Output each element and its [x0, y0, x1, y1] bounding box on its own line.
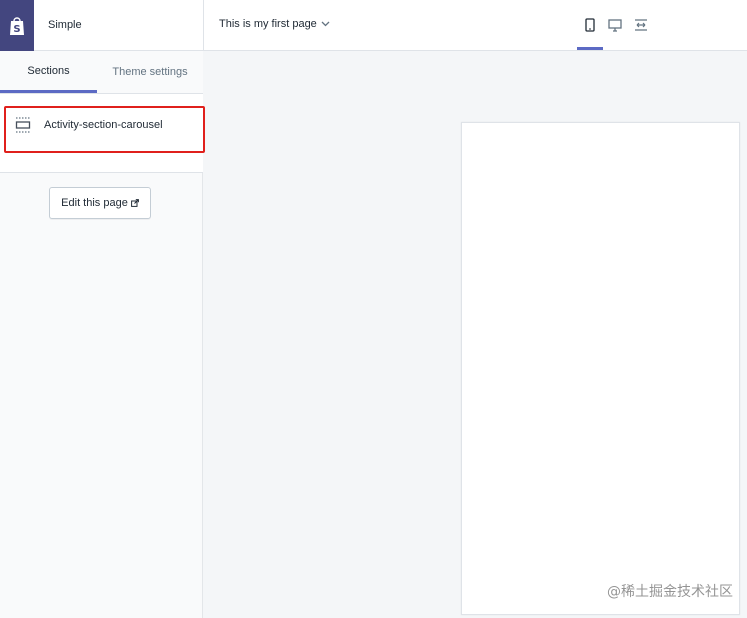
svg-text:S: S: [13, 24, 20, 35]
tab-theme-settings-label: Theme settings: [112, 66, 188, 78]
active-device-indicator: [577, 47, 603, 50]
tab-theme-settings[interactable]: Theme settings: [97, 51, 203, 93]
shopify-bag-icon: S: [10, 16, 24, 35]
sidebar-tabs: Sections Theme settings: [0, 51, 203, 93]
watermark: @稀土掘金技术社区: [607, 584, 733, 600]
edit-this-page-button[interactable]: Edit this page: [49, 187, 151, 219]
desktop-icon: [608, 18, 622, 32]
external-link-icon: [130, 199, 139, 207]
section-icon: [15, 117, 31, 133]
section-list: Activity-section-carousel: [0, 93, 205, 173]
sidebar: Sections Theme settings Activity-section…: [0, 51, 205, 618]
tab-sections[interactable]: Sections: [0, 51, 97, 93]
theme-preview-frame[interactable]: [461, 122, 740, 615]
mobile-icon: [585, 18, 595, 32]
theme-name: Simple: [48, 19, 82, 31]
chevron-down-icon: [321, 21, 330, 27]
fullscreen-view-button[interactable]: [628, 12, 654, 38]
shopify-logo[interactable]: S: [0, 0, 34, 51]
desktop-view-button[interactable]: [602, 12, 628, 38]
edit-this-page-label: Edit this page: [61, 197, 128, 209]
page-selector-label: This is my first page: [219, 18, 317, 30]
mobile-view-button[interactable]: [577, 12, 603, 38]
page-selector[interactable]: This is my first page: [219, 18, 330, 30]
top-bar: S Simple This is my first page: [0, 0, 747, 51]
tab-sections-label: Sections: [27, 64, 70, 77]
section-item-label: Activity-section-carousel: [44, 119, 163, 131]
section-item-activity-carousel[interactable]: Activity-section-carousel: [4, 106, 205, 153]
fullscreen-icon: [635, 19, 647, 31]
topbar-divider: [203, 0, 204, 51]
